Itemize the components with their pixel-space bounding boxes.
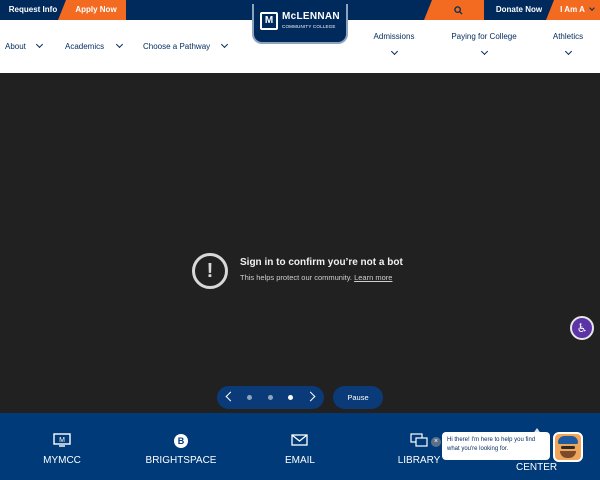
nav-admissions-label: Admissions	[373, 32, 415, 41]
chat-avatar-button[interactable]	[553, 432, 583, 462]
chevron-down-icon	[36, 40, 44, 49]
alert-icon: !	[192, 253, 228, 289]
chat-close-button[interactable]: ×	[431, 437, 441, 447]
search-button[interactable]	[424, 0, 484, 20]
chevron-right-icon[interactable]	[305, 391, 316, 402]
nav-about-label: About	[5, 42, 26, 51]
logo-name: McLENNAN	[282, 11, 340, 22]
nav-choose-pathway-label: Choose a Pathway	[143, 42, 211, 51]
nav-admissions[interactable]: Admissions	[372, 32, 416, 56]
quick-link-partial-label: CENTER	[516, 462, 558, 473]
nav-about[interactable]: About	[5, 40, 44, 51]
svg-text:M: M	[59, 437, 65, 444]
apply-now-button[interactable]: Apply Now	[58, 0, 126, 20]
learn-more-link[interactable]: Learn more	[354, 273, 392, 282]
quick-link-brightspace[interactable]: B BRIGHTSPACE	[138, 413, 224, 480]
quick-link-label: EMAIL	[284, 455, 315, 466]
nav-paying-for-college[interactable]: Paying for College	[448, 32, 520, 56]
avatar-eyes	[561, 446, 575, 449]
brightspace-icon: B	[172, 433, 190, 448]
carousel-controls	[217, 386, 324, 409]
nav-academics-label: Academics	[65, 42, 105, 51]
bot-check-subtitle: This helps protect our community. Learn …	[240, 273, 392, 282]
nav-academics[interactable]: Academics	[65, 40, 124, 51]
search-icon	[453, 6, 463, 15]
chevron-down-icon	[480, 47, 488, 56]
quick-link-label: BRIGHTSPACE	[145, 455, 217, 466]
quick-link-email[interactable]: EMAIL	[270, 413, 330, 480]
chevron-down-icon	[390, 47, 398, 56]
college-logo[interactable]: M McLENNAN COMMUNITY COLLEGE	[252, 4, 348, 44]
i-am-a-label: I Am A	[560, 5, 585, 14]
monitor-icon: M	[53, 433, 71, 447]
logo-subtitle: COMMUNITY COLLEGE	[282, 24, 336, 29]
pause-button[interactable]: Pause	[333, 386, 383, 409]
carousel-dot-active[interactable]	[288, 395, 293, 400]
quick-link-label: MYMCC	[43, 455, 81, 466]
accessibility-icon: ♿	[576, 321, 588, 335]
library-icon	[410, 433, 428, 447]
request-info-link[interactable]: Request Info	[0, 0, 66, 20]
nav-choose-pathway[interactable]: Choose a Pathway	[143, 40, 229, 51]
nav-paying-for-college-label: Paying for College	[451, 32, 517, 41]
chat-greeting-bubble[interactable]: Hi there! I'm here to help you find what…	[442, 432, 550, 460]
i-am-a-dropdown[interactable]: I Am A	[546, 0, 600, 20]
chevron-down-icon	[116, 40, 124, 49]
chevron-left-icon[interactable]	[225, 391, 236, 402]
accessibility-button[interactable]: ♿	[570, 316, 594, 340]
quick-link-label: LIBRARY	[397, 455, 441, 466]
chevron-down-icon	[564, 47, 572, 56]
bot-check-text: This helps protect our community.	[240, 273, 352, 282]
chevron-down-icon	[589, 5, 595, 11]
svg-text:B: B	[178, 436, 185, 446]
nav-athletics-label: Athletics	[552, 32, 584, 41]
carousel-dot[interactable]	[247, 395, 252, 400]
quick-link-library[interactable]: LIBRARY	[390, 413, 448, 480]
bot-check-title: Sign in to confirm you’re not a bot	[240, 257, 403, 268]
logo-mark: M	[260, 12, 278, 30]
chevron-down-icon	[221, 40, 229, 49]
carousel-dot[interactable]	[268, 395, 273, 400]
avatar-hat	[558, 436, 578, 444]
envelope-icon	[291, 433, 309, 447]
donate-now-link[interactable]: Donate Now	[484, 0, 554, 20]
nav-athletics[interactable]: Athletics	[550, 32, 586, 56]
avatar-beard	[560, 451, 576, 458]
hero-video: ! Sign in to confirm you’re not a bot Th…	[0, 73, 600, 413]
quick-link-mymcc[interactable]: M MYMCC	[22, 413, 102, 480]
